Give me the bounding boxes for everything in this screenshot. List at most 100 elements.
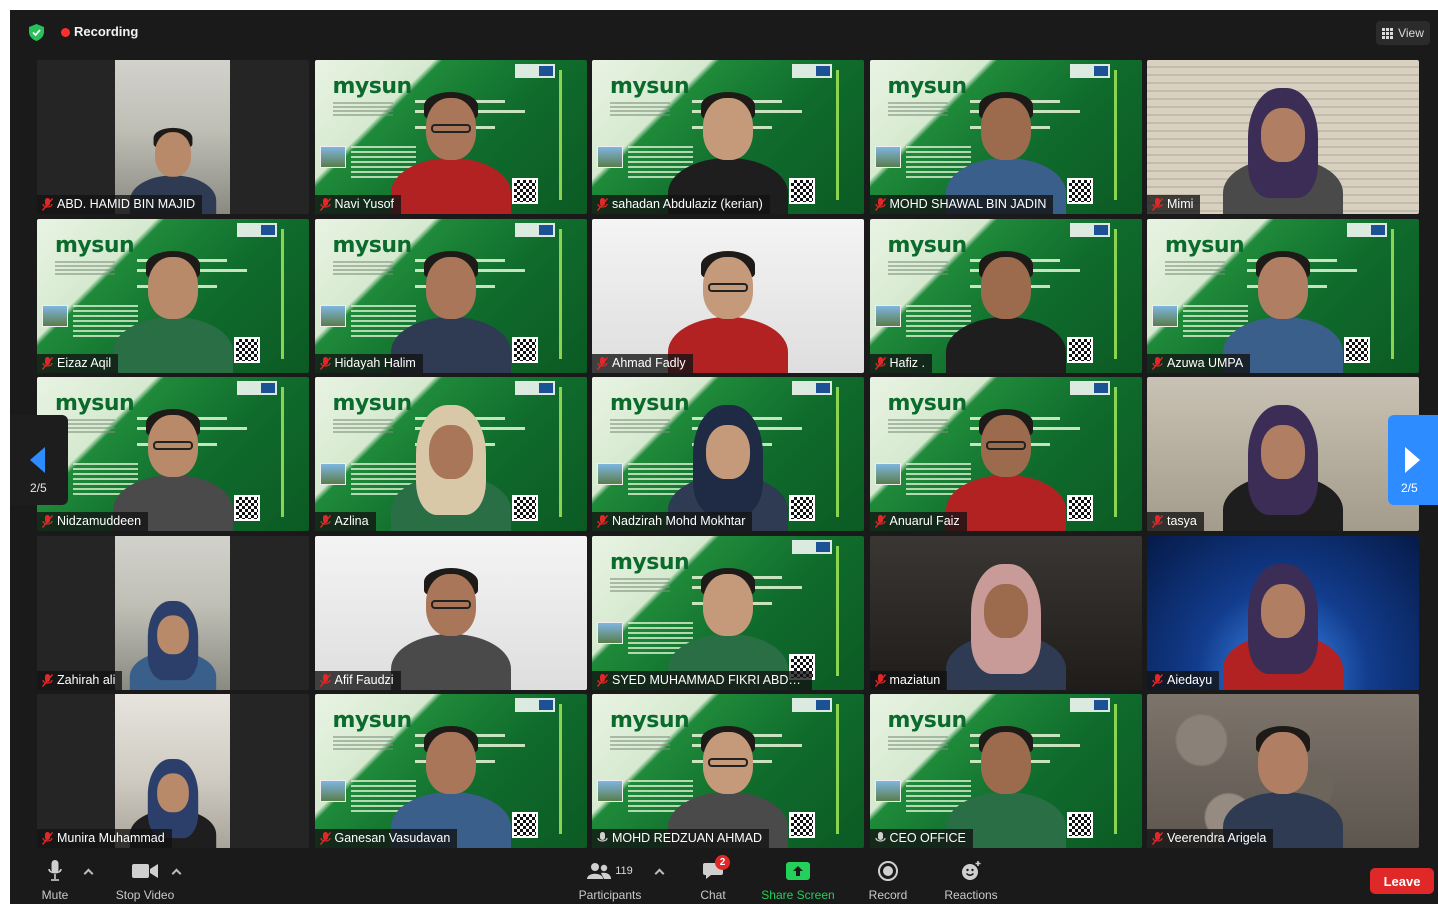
gallery-grid: ABD. HAMID BIN MAJID mysun Navi Yusof mysun… [37,60,1419,848]
participant-tile[interactable]: Mimi [1147,60,1419,214]
speaker-photo [319,146,346,168]
participant-tile[interactable]: mysun Hafiz . [869,218,1142,373]
participant-tile[interactable]: Ahmad Fadly [592,218,864,373]
participant-tile[interactable]: mysun MOHD REDZUAN AHMAD [592,694,864,848]
video-options-caret-icon[interactable] [172,868,180,876]
plant-graphic [558,228,581,359]
plant-graphic [281,228,303,359]
participant-tile[interactable]: mysun Azlina [314,377,587,531]
mic-muted-icon [42,832,53,845]
slide-subtitle-lines [610,419,670,433]
participant-tile[interactable]: mysun Ganesan Vasudavan [314,694,587,848]
chat-bubble-icon: 2 [703,855,730,882]
participant-video [663,397,793,531]
participant-tile[interactable]: mysun Nadzirah Mohd Mokhtar [592,377,864,531]
participant-name: SYED MUHAMMAD FIKRI ABDU... [612,672,808,687]
speaker-photo [597,463,623,485]
participants-button[interactable]: 119 Participants [574,860,646,902]
participant-tile[interactable]: mysun Hidayah Halim [314,218,587,373]
participant-tile[interactable]: mysun Anuarul Faiz [869,377,1142,531]
participant-name: tasya [1167,514,1197,528]
participant-video [941,556,1071,690]
participant-tile[interactable]: Zahirah ali [37,535,309,690]
slide-subtitle-lines [887,102,948,116]
leave-meeting-button[interactable]: Leave [1370,868,1434,894]
record-button[interactable]: Record [865,860,911,902]
participant-tile[interactable]: mysun Eizaz Aqil [37,218,309,373]
participant-video [386,80,516,214]
participant-video [1218,239,1348,373]
participant-tile[interactable]: mysun CEO OFFICE [869,694,1142,848]
speaker-photo [874,146,901,168]
plant-graphic [558,387,581,517]
zoom-meeting-window: Recording View ABD. HAMID BIN MAJID mysun… [10,10,1438,904]
next-page-button[interactable]: 2/5 [1388,415,1438,505]
participant-name: MOHD REDZUAN AHMAD [612,831,763,845]
slide-subtitle-lines [332,260,393,275]
participant-video [941,80,1071,214]
eu-flag-logo [792,539,832,554]
mute-button[interactable]: Mute [38,860,72,902]
participant-video [941,397,1071,531]
smiley-icon [960,860,982,882]
participant-tile[interactable]: ABD. HAMID BIN MAJID [37,60,309,214]
participant-video [386,556,516,690]
participants-options-caret-icon[interactable] [655,868,663,876]
participant-name: Nadzirah Mohd Mokhtar [612,514,746,528]
participant-tile[interactable]: Veerendra Arigela [1147,694,1419,848]
participant-tile[interactable]: maziatun [869,535,1142,690]
reactions-label: Reactions [944,888,998,902]
speaker-photo [597,621,623,644]
participant-name-tag: Eizaz Aqil [37,353,119,373]
participant-tile[interactable]: Aiedayu [1147,535,1419,690]
slide-subtitle-lines [332,736,393,750]
view-button[interactable]: View [1376,21,1430,45]
participant-name-tag: Ganesan Vasudavan [314,829,458,848]
participant-tile[interactable]: tasya [1147,377,1419,531]
participant-tile[interactable]: mysun Nidzamuddeen [37,377,309,531]
chat-button[interactable]: 2 Chat [696,855,730,902]
slide-subtitle-lines [332,102,393,116]
participant-tile[interactable]: Munira Muhammad [37,694,309,848]
stop-video-button[interactable]: Stop Video [110,860,180,902]
share-screen-label: Share Screen [761,888,835,902]
mic-muted-icon [1152,673,1163,687]
share-screen-button[interactable]: Share Screen [758,860,838,902]
participant-video [108,397,238,531]
eu-flag-logo [792,381,832,395]
participant-video [663,556,793,690]
reactions-button[interactable]: Reactions [940,860,1002,902]
plant-graphic [1113,704,1136,834]
participant-video [1218,714,1348,848]
eu-flag-logo [792,64,832,78]
mic-muted-icon [319,356,331,370]
grid-view-icon [1382,27,1394,39]
security-shield-icon[interactable] [29,24,44,41]
participant-name: Veerendra Arigela [1167,831,1267,845]
mic-muted-icon [319,673,331,687]
audio-options-caret-icon[interactable] [84,868,92,876]
mic-muted-icon [874,198,886,211]
participant-tile[interactable]: mysun MOHD SHAWAL BIN JADIN [869,60,1142,214]
participant-name: Azlina [334,514,369,528]
participant-video [663,80,793,214]
previous-page-button[interactable]: 2/5 [10,415,68,505]
participant-tile[interactable]: mysun sahadan Abdulaziz (kerian) [592,60,864,214]
participants-icon: 119 [587,860,633,882]
microphone-icon [48,860,62,882]
participant-name-tag: ABD. HAMID BIN MAJID [37,195,203,214]
participant-tile[interactable]: mysun Azuwa UMPA [1147,218,1419,373]
participant-tile[interactable]: mysun Navi Yusof [314,60,587,214]
participant-tile[interactable]: Afif Faudzi [314,535,587,690]
video-camera-icon [132,860,158,882]
mic-muted-icon [597,673,608,687]
mic-muted-icon [597,198,608,211]
participant-name-tag: Afif Faudzi [314,670,401,690]
arrow-right-icon [1405,447,1420,473]
participant-name-tag: Navi Yusof [314,195,402,214]
mic-icon [597,832,608,842]
recording-indicator-icon [61,28,70,37]
speaker-photo [597,780,623,802]
participant-tile[interactable]: mysun SYED MUHAMMAD FIKRI ABDU... [592,535,864,690]
slide-subtitle-lines [332,419,393,433]
